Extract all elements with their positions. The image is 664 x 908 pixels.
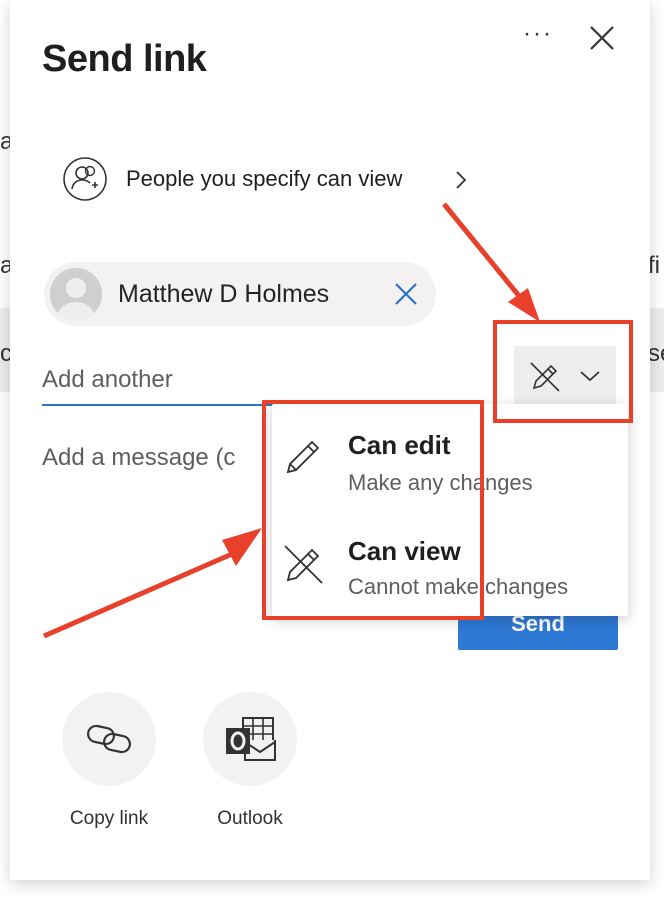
dialog-title: Send link bbox=[42, 38, 207, 80]
link-permission-summary: People you specify can view bbox=[126, 166, 403, 191]
copy-link-button[interactable] bbox=[62, 692, 156, 786]
link-settings-row[interactable]: People you specify can view bbox=[60, 150, 490, 206]
link-icon bbox=[87, 724, 131, 754]
outlook-button[interactable] bbox=[203, 692, 297, 786]
outlook-option[interactable]: Outlook bbox=[195, 692, 305, 842]
more-options-button[interactable]: ··· bbox=[518, 20, 558, 52]
close-icon bbox=[590, 26, 614, 50]
copy-link-label: Copy link bbox=[69, 808, 149, 829]
people-icon bbox=[63, 157, 107, 201]
add-another-input[interactable] bbox=[42, 356, 488, 406]
chevron-right-icon bbox=[456, 171, 467, 189]
recipient-name: Matthew D Holmes bbox=[118, 280, 330, 308]
recipient-chip: Matthew D Holmes bbox=[44, 262, 436, 326]
outlook-label: Outlook bbox=[217, 808, 283, 829]
outlook-icon bbox=[226, 717, 276, 761]
annotation-box-dropdown bbox=[493, 320, 633, 423]
remove-recipient-icon[interactable] bbox=[392, 280, 420, 308]
person-icon bbox=[50, 268, 102, 320]
close-button[interactable] bbox=[584, 20, 620, 56]
background-text: se bbox=[648, 340, 664, 367]
annotation-box-menu bbox=[262, 400, 484, 620]
avatar bbox=[50, 268, 102, 320]
copy-link-option[interactable]: Copy link bbox=[54, 692, 164, 842]
